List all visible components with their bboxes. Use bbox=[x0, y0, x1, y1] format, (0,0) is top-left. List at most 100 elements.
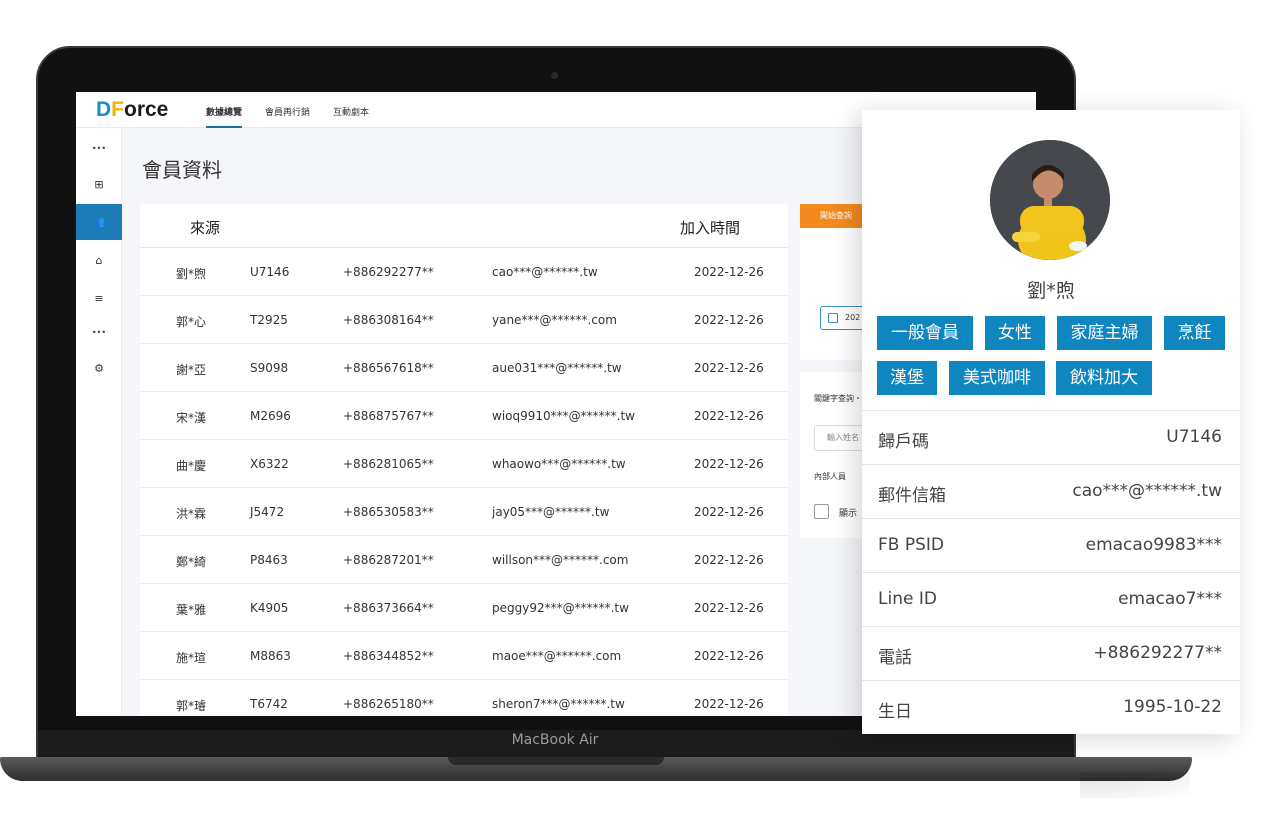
table-row[interactable]: 劉*煦 U7146 +886292277** cao***@******.tw 2022… bbox=[140, 248, 788, 296]
cell-phone: +886287201** bbox=[343, 553, 434, 567]
field-household-code: 歸戶碼 U7146 bbox=[862, 410, 1240, 464]
cell-name: 洪*霖 bbox=[176, 507, 207, 521]
more-dots-icon[interactable]: ••• bbox=[76, 314, 122, 350]
cell-name: 郭*心 bbox=[176, 315, 207, 329]
camera-dot bbox=[551, 72, 558, 79]
members-icon[interactable]: 👥 bbox=[76, 204, 122, 240]
table-row[interactable]: 鄭*綺 P8463 +886287201** willson***@******.co… bbox=[140, 536, 788, 584]
cell-date: 2022-12-26 bbox=[694, 505, 764, 519]
table-row[interactable]: 曲*慶 X6322 +886281065** whaowo***@******.tw 2… bbox=[140, 440, 788, 488]
cell-phone: +886292277** bbox=[343, 265, 434, 279]
cell-name: 宋*漢 bbox=[176, 411, 207, 425]
cell-code: M2696 bbox=[250, 409, 291, 423]
cell-date: 2022-12-26 bbox=[694, 361, 764, 375]
tag-americano[interactable]: 美式咖啡 bbox=[949, 361, 1045, 395]
laptop-shadow bbox=[1080, 772, 1190, 798]
cell-email: yane***@******.com bbox=[492, 313, 617, 327]
cell-date: 2022-12-26 bbox=[694, 553, 764, 567]
cell-date: 2022-12-26 bbox=[694, 697, 764, 711]
table-row[interactable]: 謝*亞 S9098 +886567618** aue031***@******.tw 2… bbox=[140, 344, 788, 392]
header-joined-time[interactable]: 加入時間 bbox=[680, 217, 740, 238]
cell-code: T6742 bbox=[250, 697, 288, 711]
cell-phone: +886373664** bbox=[343, 601, 434, 615]
display-checkbox[interactable] bbox=[814, 504, 829, 519]
table-row[interactable]: 施*瑄 M8863 +886344852** maoe***@******.com 20… bbox=[140, 632, 788, 680]
avatar bbox=[990, 140, 1110, 260]
display-label: 顯示 bbox=[839, 509, 858, 519]
tag-general-member[interactable]: 一般會員 bbox=[877, 316, 973, 350]
sidebar: ••• ⊞ 👥 ⌂ ≡ ••• ⚙ bbox=[76, 128, 122, 716]
field-email: 郵件信箱 cao***@******.tw bbox=[862, 464, 1240, 518]
cell-date: 2022-12-26 bbox=[694, 313, 764, 327]
table-row[interactable]: 葉*雅 K4905 +886373664** peggy92***@******.tw… bbox=[140, 584, 788, 632]
field-phone: 電話 +886292277** bbox=[862, 626, 1240, 680]
cell-email: wioq9910***@******.tw bbox=[492, 409, 635, 423]
table-row[interactable]: 洪*霖 J5472 +886530583** jay05***@******.tw 20… bbox=[140, 488, 788, 536]
field-fb-psid: FB PSID emacao9983*** bbox=[862, 518, 1240, 572]
cell-phone: +886530583** bbox=[343, 505, 434, 519]
tag-cooking[interactable]: 烹飪 bbox=[1164, 316, 1225, 350]
field-value: emacao9983*** bbox=[1085, 535, 1222, 555]
more-dots-icon[interactable]: ••• bbox=[76, 130, 122, 166]
field-value: cao***@******.tw bbox=[1072, 481, 1222, 501]
cell-code: X6322 bbox=[250, 457, 289, 471]
database-icon[interactable]: ≡ bbox=[76, 280, 122, 316]
date-value: 202 bbox=[845, 313, 861, 322]
cell-email: peggy92***@******.tw bbox=[492, 601, 629, 615]
cell-code: M8863 bbox=[250, 649, 291, 663]
cell-code: T2925 bbox=[250, 313, 288, 327]
cell-date: 2022-12-26 bbox=[694, 457, 764, 471]
nav-data-overview[interactable]: 數據總覽 bbox=[206, 92, 243, 128]
cell-email: cao***@******.tw bbox=[492, 265, 598, 279]
tag-housewife[interactable]: 家庭主婦 bbox=[1057, 316, 1152, 350]
keyword-search-label: 關鍵字查詢・ bbox=[814, 394, 862, 403]
table-row[interactable]: 郭*心 T2925 +886308164** yane***@******.com 20… bbox=[140, 296, 788, 344]
cell-phone: +886567618** bbox=[343, 361, 434, 375]
tag-drink-upsize[interactable]: 飲料加大 bbox=[1056, 361, 1152, 395]
dashboard-icon[interactable]: ⊞ bbox=[76, 166, 122, 202]
field-value: U7146 bbox=[1166, 427, 1222, 447]
cell-code: J5472 bbox=[250, 505, 285, 519]
field-label: 生日 bbox=[878, 702, 912, 722]
cell-code: S9098 bbox=[250, 361, 289, 375]
field-label: 電話 bbox=[878, 648, 912, 668]
field-label: Line ID bbox=[878, 589, 937, 609]
profile-name: 劉*煦 bbox=[1027, 280, 1075, 302]
field-line-id: Line ID emacao7*** bbox=[862, 572, 1240, 626]
cell-name: 施*瑄 bbox=[176, 651, 207, 665]
tag-icon[interactable]: ⌂ bbox=[76, 242, 122, 278]
page-title: 會員資料 bbox=[142, 158, 222, 182]
table-row[interactable]: 宋*漢 M2696 +886875767** wioq9910***@******.t… bbox=[140, 392, 788, 440]
table-row[interactable]: 郭*璿 T6742 +886265180** sheron7***@******.tw… bbox=[140, 680, 788, 716]
cell-email: willson***@******.com bbox=[492, 553, 629, 567]
cell-date: 2022-12-26 bbox=[694, 409, 764, 423]
nav-member-remarketing[interactable]: 會員再行銷 bbox=[265, 92, 310, 128]
tag-female[interactable]: 女性 bbox=[985, 316, 1045, 350]
field-label: 歸戶碼 bbox=[878, 432, 929, 452]
cell-code: U7146 bbox=[250, 265, 290, 279]
cell-phone: +886344852** bbox=[343, 649, 434, 663]
cell-phone: +886265180** bbox=[343, 697, 434, 711]
header-source[interactable]: 來源 bbox=[190, 217, 220, 238]
field-value: +886292277** bbox=[1093, 643, 1222, 663]
cell-name: 郭*璿 bbox=[176, 699, 207, 713]
tag-burger[interactable]: 漢堡 bbox=[877, 361, 937, 395]
calendar-icon bbox=[828, 313, 838, 323]
avatar-photo bbox=[990, 140, 1110, 260]
settings-icon[interactable]: ⚙ bbox=[76, 350, 122, 386]
cell-name: 謝*亞 bbox=[176, 363, 207, 377]
member-table: 來源 加入時間 劉*煦 U7146 +886292277** cao***@*****… bbox=[140, 204, 788, 716]
cell-name: 曲*慶 bbox=[176, 459, 207, 473]
field-value: emacao7*** bbox=[1118, 589, 1222, 609]
field-label: 郵件信箱 bbox=[878, 486, 946, 506]
cell-email: maoe***@******.com bbox=[492, 649, 622, 663]
cell-date: 2022-12-26 bbox=[694, 601, 764, 615]
member-profile-card: 劉*煦 一般會員 女性 家庭主婦 烹飪 漢堡 美式咖啡 飲料加大 歸戶碼 U71… bbox=[862, 110, 1240, 734]
nav-interactive-script[interactable]: 互動劇本 bbox=[333, 92, 369, 128]
cell-name: 葉*雅 bbox=[176, 603, 207, 617]
cell-phone: +886875767** bbox=[343, 409, 434, 423]
cell-email: jay05***@******.tw bbox=[492, 505, 610, 519]
cell-email: sheron7***@******.tw bbox=[492, 697, 625, 711]
cell-phone: +886308164** bbox=[343, 313, 434, 327]
dforce-logo[interactable]: DForce bbox=[96, 98, 168, 122]
